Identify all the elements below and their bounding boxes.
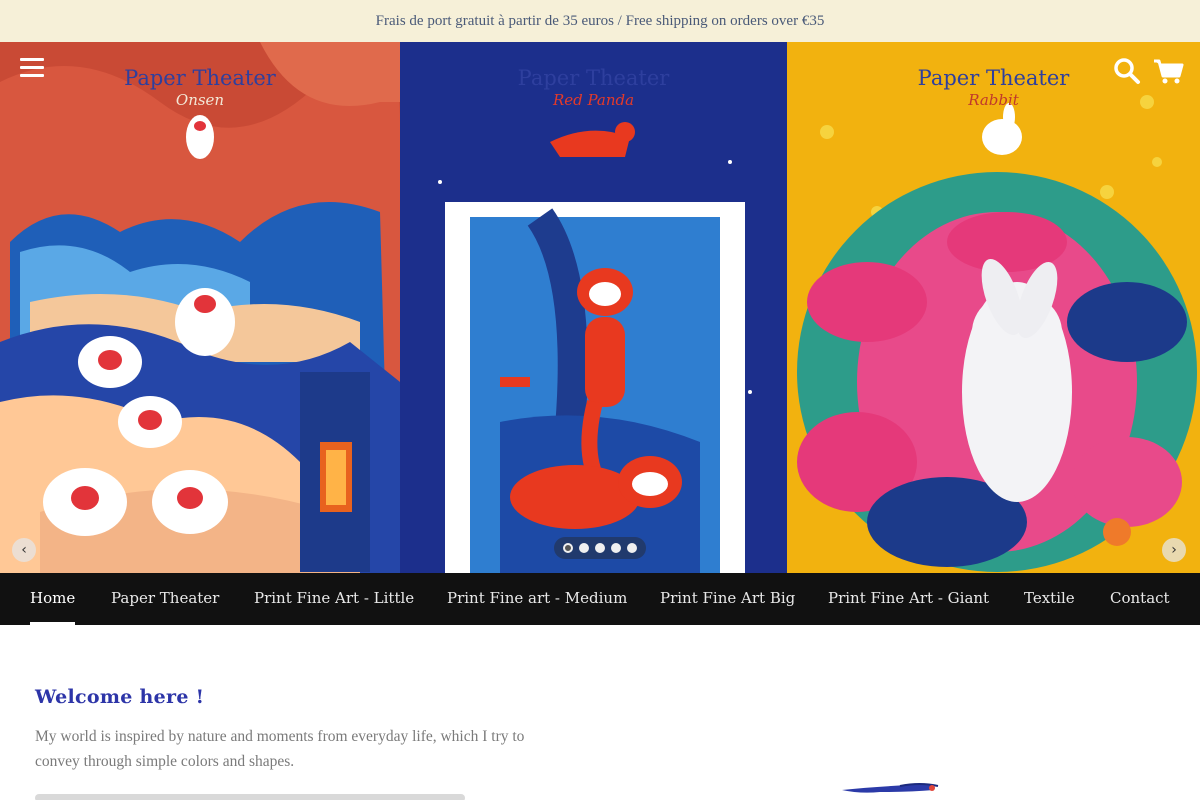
nav-item-print-fine-art-giant[interactable]: Print Fine Art - Giant [828,573,989,625]
slide-dot[interactable] [611,543,621,553]
rabbit-artwork [787,42,1200,573]
nav-item-contact[interactable]: Contact [1110,573,1170,625]
slide-dot[interactable] [627,543,637,553]
panel-subtitle: Onsen [175,91,225,109]
announcement-bar: Frais de port gratuit à partir de 35 eur… [0,0,1200,42]
hero-slideshow[interactable]: Paper Theater Onsen Paper Theater Red Pa… [0,42,1200,573]
chevron-left-icon[interactable]: ‹ [12,538,36,562]
welcome-paragraph-continued [35,790,565,800]
red-panda-artwork [400,42,787,573]
main-navigation: Home Paper Theater Print Fine Art - Litt… [0,573,1200,625]
slide-panel-onsen[interactable]: Paper Theater Onsen [0,42,400,573]
cart-icon[interactable] [1152,56,1184,86]
slide-dot[interactable] [563,543,573,553]
nav-item-paper-theater[interactable]: Paper Theater [111,573,219,625]
nav-item-print-fine-art-big[interactable]: Print Fine Art Big [660,573,795,625]
panel-subtitle: Rabbit [968,91,1019,109]
panel-title: Paper Theater [517,66,670,90]
panel-title: Paper Theater [124,66,276,90]
chevron-right-icon[interactable]: › [1162,538,1186,562]
hamburger-menu-icon[interactable] [20,58,44,78]
welcome-heading: Welcome here ! [35,686,205,708]
nav-item-print-fine-art-medium[interactable]: Print Fine art - Medium [447,573,627,625]
welcome-paragraph: My world is inspired by nature and momen… [35,728,525,770]
nav-item-print-fine-art-little[interactable]: Print Fine Art - Little [254,573,414,625]
nav-item-home[interactable]: Home [30,573,76,625]
panel-subtitle: Red Panda [552,91,635,109]
slide-dot[interactable] [579,543,589,553]
slide-panel-red-panda[interactable]: Paper Theater Red Panda [400,42,787,573]
slide-dot[interactable] [595,543,605,553]
slide-panel-rabbit[interactable]: Paper Theater Rabbit [787,42,1200,573]
swallow-bird-image [840,778,940,800]
search-icon[interactable] [1112,56,1142,86]
onsen-artwork [0,42,400,573]
nav-item-textile[interactable]: Textile [1024,573,1075,625]
announcement-text: Frais de port gratuit à partir de 35 eur… [375,12,825,29]
slideshow-pagination [554,537,646,559]
